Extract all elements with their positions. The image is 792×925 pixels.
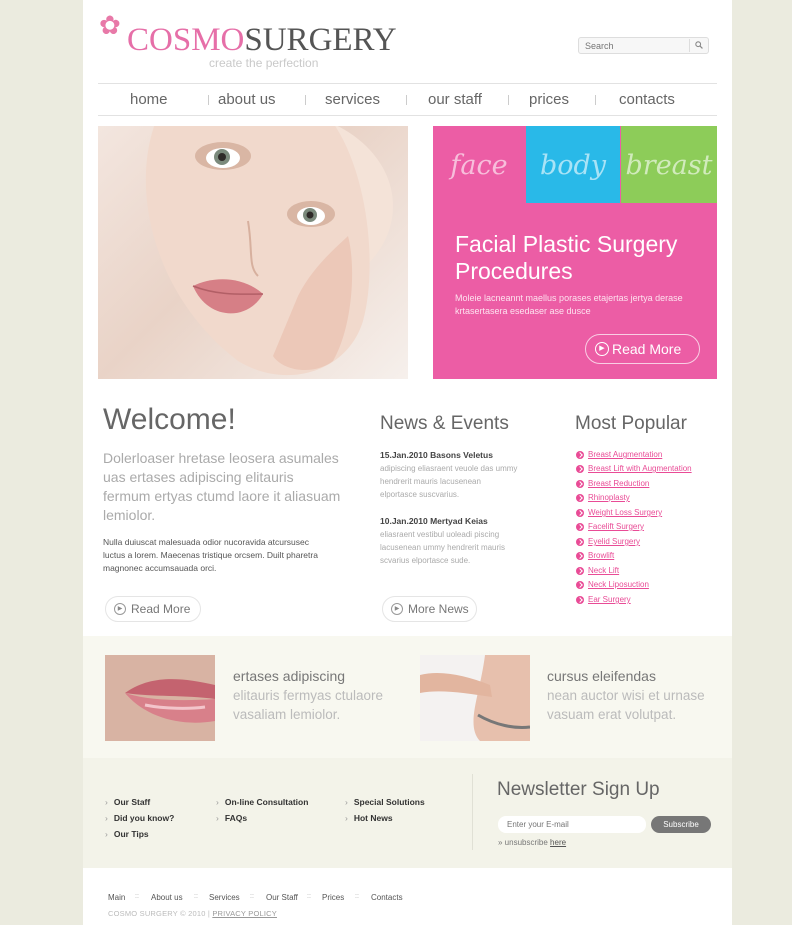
bottom-link-staff[interactable]: Our Staff — [266, 893, 298, 902]
bullet-icon — [576, 581, 584, 589]
nav-divider — [595, 95, 596, 105]
unsubscribe-link[interactable]: here — [550, 838, 566, 847]
welcome-lead: Dolerloaser hretase leosera asumales uas… — [103, 450, 341, 523]
nav-divider — [406, 95, 407, 105]
welcome-title: Welcome! — [103, 403, 236, 436]
arrow-circle-icon: ▶ — [391, 603, 403, 615]
feature-text: nean auctor wisi et urnase vasuam erat v… — [547, 688, 705, 722]
footer-link[interactable]: › Special Solutions — [345, 797, 425, 807]
welcome-body: Nulla duiuscat malesuada odior nucoravid… — [103, 537, 318, 573]
nav-prices[interactable]: prices — [529, 91, 569, 108]
bottom-link-main[interactable]: Main — [108, 893, 125, 902]
feature-text: elitauris fermyas ctulaore vasaliam lemi… — [233, 688, 384, 722]
nav-divider — [208, 95, 209, 105]
hero-panel: face body breast Facial Plastic Surgery … — [433, 126, 717, 379]
bullet-icon — [576, 480, 584, 488]
nav-contacts[interactable]: contacts — [619, 91, 675, 108]
news-title: News & Events — [380, 413, 509, 434]
separator: :: — [250, 893, 254, 900]
lips-image[interactable] — [105, 655, 215, 741]
bottom-link-about[interactable]: About us — [151, 893, 183, 902]
footer-link[interactable]: › Our Tips — [105, 829, 149, 839]
separator: :: — [307, 893, 311, 900]
hero-read-more-label: Read More — [612, 341, 682, 357]
more-news-label: More News — [408, 602, 469, 616]
subscribe-button[interactable]: Subscribe — [651, 816, 711, 833]
popular-title: Most Popular — [575, 413, 687, 434]
nav-divider — [508, 95, 509, 105]
bullet-icon — [576, 451, 584, 459]
arrow-circle-icon: ▶ — [114, 603, 126, 615]
unsubscribe-text: » unsubscribe here — [498, 838, 567, 847]
search-input[interactable] — [585, 39, 685, 53]
bullet-icon — [576, 465, 584, 473]
hero-read-more-button[interactable]: ▶ Read More — [585, 334, 700, 364]
footer-link[interactable]: › Hot News — [345, 813, 393, 823]
face-illustration — [145, 126, 393, 375]
newsletter-email-input[interactable] — [498, 816, 646, 833]
hero-title: Facial Plastic Surgery Procedures — [455, 231, 678, 284]
separator: :: — [355, 893, 359, 900]
hero-face-image — [98, 126, 408, 379]
bottom-footer: Main :: About us :: Services :: Our Staf… — [83, 868, 732, 925]
search-button[interactable] — [689, 39, 707, 52]
separator: :: — [194, 893, 198, 900]
lips-illustration — [105, 655, 215, 741]
newsletter-title: Newsletter Sign Up — [497, 779, 660, 800]
divider — [472, 774, 473, 850]
category-body[interactable]: body — [526, 126, 620, 203]
privacy-policy-link[interactable]: PRIVACY POLICY — [212, 909, 277, 918]
waist-image[interactable] — [420, 655, 530, 741]
tagline: create the perfection — [209, 56, 319, 70]
footer-links-area: › Our Staff › Did you know? › Our Tips › On-… — [83, 758, 732, 868]
bottom-link-prices[interactable]: Prices — [322, 893, 344, 902]
news-date[interactable]: 15.Jan.2010 Basons Veletus — [380, 450, 493, 460]
waist-illustration — [420, 655, 530, 741]
nav-home[interactable]: home — [130, 91, 168, 108]
nav-about-us[interactable]: about us — [218, 91, 276, 108]
footer-link[interactable]: › Did you know? — [105, 813, 174, 823]
nav-services[interactable]: services — [325, 91, 380, 108]
nav-our-staff[interactable]: our staff — [428, 91, 482, 108]
nav-divider — [305, 95, 306, 105]
logo[interactable]: ✿ COSMOSURGERY create the perfection — [99, 10, 419, 70]
footer-link[interactable]: › Our Staff — [105, 797, 150, 807]
magnifier-icon — [694, 41, 703, 49]
copyright: COSMO SURGERY © 2010 | PRIVACY POLICY — [108, 909, 277, 918]
bullet-icon — [576, 596, 584, 604]
more-news-button[interactable]: ▶ More News — [382, 596, 477, 622]
bullet-icon — [576, 567, 584, 575]
news-date[interactable]: 10.Jan.2010 Mertyad Keias — [380, 516, 488, 526]
welcome-read-more-label: Read More — [131, 602, 191, 616]
brand-name: COSMOSURGERY — [127, 22, 397, 58]
bullet-icon — [576, 523, 584, 531]
main-nav: home about us services our staff prices … — [98, 83, 717, 116]
bullet-icon — [576, 538, 584, 546]
news-text: adipiscing eliasraent veuole das ummy he… — [380, 464, 518, 499]
footer-link[interactable]: › On-line Consultation — [216, 797, 308, 807]
flower-icon: ✿ — [99, 10, 121, 40]
feature-heading: cursus eleifendas — [547, 668, 656, 684]
separator: :: — [135, 893, 139, 900]
bullet-icon — [576, 494, 584, 502]
bottom-link-contacts[interactable]: Contacts — [371, 893, 403, 902]
bottom-link-services[interactable]: Services — [209, 893, 240, 902]
category-breast[interactable]: breast — [621, 126, 717, 203]
features-band: ertases adipiscing elitauris fermyas ctu… — [83, 636, 732, 758]
hero-description: Moleie lacneannt maellus porases etajert… — [455, 293, 683, 316]
feature-heading: ertases adipiscing — [233, 668, 346, 684]
bullet-icon — [576, 509, 584, 517]
search-box — [578, 37, 709, 54]
bullet-icon — [576, 552, 584, 560]
footer-link[interactable]: › FAQs — [216, 813, 247, 823]
welcome-read-more-button[interactable]: ▶ Read More — [105, 596, 201, 622]
news-text: eliasraent vestibul uoleadi piscing lacu… — [380, 530, 505, 565]
page: ✿ COSMOSURGERY create the perfection hom… — [83, 0, 732, 925]
arrow-circle-icon: ▶ — [595, 342, 609, 356]
category-face[interactable]: face — [433, 126, 525, 203]
